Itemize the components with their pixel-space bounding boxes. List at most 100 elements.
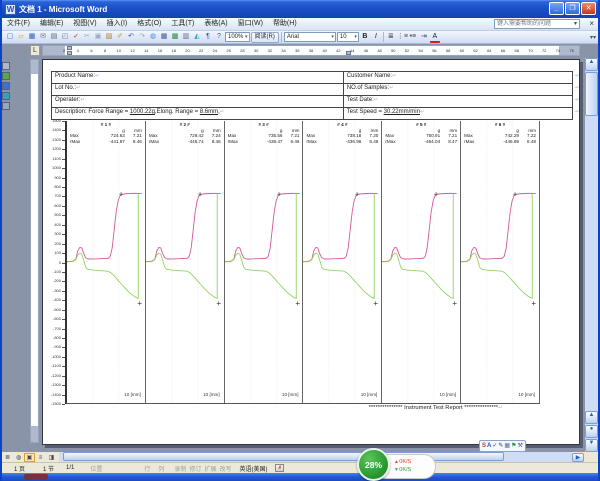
next-page-icon[interactable]: ▼ <box>585 439 598 452</box>
horizontal-scrollbar[interactable] <box>59 452 572 462</box>
netspeed-percent-badge[interactable]: 28% <box>357 448 390 481</box>
first-line-indent-marker[interactable] <box>67 46 72 50</box>
show-hide-icon[interactable]: ¶ <box>203 32 213 42</box>
menu-item[interactable]: 窗口(W) <box>233 20 268 27</box>
bullets-button[interactable]: •≡ <box>408 32 418 42</box>
bold-button[interactable]: B <box>360 32 370 42</box>
font-select[interactable]: Arial ▾ <box>284 32 336 42</box>
open-icon[interactable]: ▱ <box>16 32 26 42</box>
menu-item[interactable]: 编辑(E) <box>35 20 68 27</box>
columns-icon[interactable]: ▥ <box>181 32 191 42</box>
vertical-scrollbar[interactable]: ▲ ▲ ● ▼ <box>585 58 598 452</box>
insert-table-icon[interactable]: ▦ <box>159 32 169 42</box>
font-size-select[interactable]: 10 ▾ <box>337 32 359 42</box>
document-page[interactable]: Product Name:↵Customer Name:↵Lot No.:↵NO… <box>42 59 580 445</box>
flag-tool-icon[interactable]: ⚑ <box>511 441 516 451</box>
insert-excel-icon[interactable]: ▩ <box>170 32 180 42</box>
spelling-icon[interactable]: ✓ <box>71 32 81 42</box>
scroll-right-icon[interactable]: ▶ <box>572 453 584 462</box>
print-icon[interactable]: ▤ <box>49 32 59 42</box>
hyperlink-icon[interactable]: ◍ <box>148 32 158 42</box>
status-track-changes[interactable]: 修订 <box>189 464 201 473</box>
spelling-status-icon[interactable]: ✗ <box>275 464 284 472</box>
plugin-icon-5[interactable] <box>2 102 10 110</box>
outline-view-button[interactable]: ≡ <box>35 453 46 462</box>
table-cell-test-speed[interactable]: Test Speed = 30.22mm/min↵ <box>344 108 573 119</box>
normal-view-button[interactable]: ≣ <box>2 453 13 462</box>
status-overtype[interactable]: 改写 <box>219 464 231 473</box>
zoom-select[interactable]: 100% ▾ <box>225 32 250 42</box>
text-tool-icon[interactable]: A <box>487 441 491 451</box>
vertical-scroll-thumb[interactable] <box>585 72 598 116</box>
previous-page-icon[interactable]: ▲ <box>585 411 598 424</box>
status-extend[interactable]: 扩展 <box>204 464 216 473</box>
table-cell-description[interactable]: Description: Force Range = 1000.22g,Elon… <box>52 108 344 119</box>
help-icon[interactable]: ? <box>214 32 224 42</box>
sogou-icon[interactable]: S <box>482 441 486 451</box>
new-document-icon[interactable]: ▢ <box>5 32 15 42</box>
indent-button[interactable]: ⇥ <box>419 32 429 42</box>
format-painter-icon[interactable]: ✐ <box>115 32 125 42</box>
cut-icon[interactable]: ✂ <box>82 32 92 42</box>
table-cell-left[interactable]: Product Name:↵ <box>52 72 344 83</box>
paste-icon[interactable]: ▨ <box>104 32 114 42</box>
x-axis-label: 10 [mm] <box>361 392 378 397</box>
minimize-button[interactable]: _ <box>549 2 564 15</box>
redo-icon[interactable]: ↷ <box>137 32 147 42</box>
font-color-button[interactable]: A <box>430 32 440 43</box>
menu-item[interactable]: 视图(V) <box>68 20 101 27</box>
plugin-icon-2[interactable] <box>2 72 10 80</box>
menu-item[interactable]: 插入(I) <box>102 20 133 27</box>
title-bar: W 文档 1 - Microsoft Word _ ❐ ✕ <box>2 0 598 18</box>
scroll-up-icon[interactable]: ▲ <box>585 58 598 71</box>
plugin-icon-4[interactable] <box>2 92 10 100</box>
toolbar-options-icon[interactable]: ▾▾ <box>590 34 596 41</box>
print-layout-button[interactable]: ▣ <box>24 453 35 462</box>
align-justify-button[interactable]: ≣ <box>386 32 396 42</box>
help-question-box[interactable]: 键入需要帮助的问题 ▾ <box>494 19 580 29</box>
menu-item[interactable]: 格式(O) <box>132 20 166 27</box>
status-record[interactable]: 录制 <box>174 464 186 473</box>
taskbar-item[interactable] <box>24 474 48 480</box>
save-icon[interactable]: ▦ <box>27 32 37 42</box>
table-cell-left[interactable]: Operater:↵ <box>52 96 344 107</box>
italic-button[interactable]: I <box>371 32 381 42</box>
check-tool-icon[interactable]: ✓ <box>492 441 497 451</box>
browse-object-icon[interactable]: ● <box>585 425 598 438</box>
menu-bar: 文件(F)编辑(E)视图(V)插入(I)格式(O)工具(T)表格(A)窗口(W)… <box>2 18 598 31</box>
web-layout-button[interactable]: ◍ <box>13 453 24 462</box>
copy-icon[interactable]: ▣ <box>93 32 103 42</box>
ruler-number: 72 <box>542 48 546 53</box>
drawing-icon[interactable]: ◭ <box>192 32 202 42</box>
menu-item[interactable]: 工具(T) <box>166 20 199 27</box>
email-icon[interactable]: ✉ <box>38 32 48 42</box>
word-app-icon: W <box>5 4 16 15</box>
hanging-indent-marker[interactable] <box>67 51 72 55</box>
table-cell-right[interactable]: NO.of Samples:↵ <box>344 84 573 95</box>
pen-tool-icon[interactable]: ✎ <box>498 441 503 451</box>
settings-tool-icon[interactable]: ⚒ <box>517 441 522 451</box>
plugin-icon-3[interactable] <box>2 82 10 90</box>
plugin-icon-1[interactable] <box>2 62 10 70</box>
panel-header: # 4 #gmmMax738.187.20rMax-436.968.46 <box>303 122 381 144</box>
menu-item[interactable]: 文件(F) <box>2 20 35 27</box>
paragraph-mark: ↵ <box>575 97 579 103</box>
print-preview-icon[interactable]: ◰ <box>60 32 70 42</box>
y-axis-tick-label: -900 <box>53 345 61 349</box>
close-button[interactable]: ✕ <box>581 2 596 15</box>
horizontal-scroll-thumb[interactable] <box>63 452 504 461</box>
table-column-marker[interactable] <box>346 51 351 55</box>
restore-button[interactable]: ❐ <box>565 2 580 15</box>
tab-selector[interactable]: L <box>30 45 40 56</box>
read-layout-button[interactable]: 阅读(R) <box>251 32 279 43</box>
table-cell-left[interactable]: Lot No.:↵ <box>52 84 344 95</box>
table-cell-right[interactable]: Customer Name:↵ <box>344 72 573 83</box>
menu-item[interactable]: 表格(A) <box>199 20 232 27</box>
undo-icon[interactable]: ↶ <box>126 32 136 42</box>
numbering-button[interactable]: ⋮≡ <box>397 32 407 42</box>
table-cell-right[interactable]: Test Date:↵ <box>344 96 573 107</box>
menu-item[interactable]: 帮助(H) <box>268 20 302 27</box>
image-tool-icon[interactable]: ▦ <box>504 441 510 451</box>
reading-layout-button[interactable]: ◨ <box>46 453 57 462</box>
document-close-icon[interactable]: × <box>589 19 594 29</box>
